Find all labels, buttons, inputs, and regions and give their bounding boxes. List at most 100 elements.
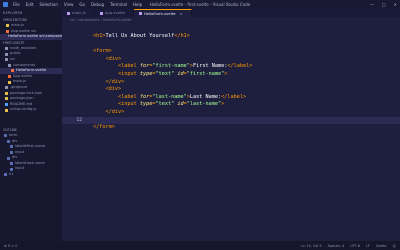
file-icon (99, 11, 103, 15)
code-editor[interactable]: <h1>Tell Us About Yourself</h1> <form> <d… (62, 33, 400, 132)
file-icon (8, 75, 11, 79)
tab-label: HelloForm.svelte (143, 10, 176, 16)
file-tree: node_modules public src components HelloForm… (0, 46, 62, 113)
tab-helloform-svelte[interactable]: HelloForm.svelte × (133, 9, 192, 18)
code-token: Tell Us About Yourself (105, 33, 175, 39)
status-item[interactable]: LF (366, 244, 370, 248)
code-token: First Name: (192, 63, 228, 70)
file-icon (6, 24, 9, 28)
code-line: 12 (62, 116, 400, 125)
code-line: <input type="text" id="last-name"> (62, 101, 400, 109)
file-icon (8, 63, 11, 67)
code-text: <label for="last-name">Last Name:</label… (93, 94, 246, 102)
file-label: HelloForm.svelte src\components (8, 34, 62, 39)
symbol-icon (7, 156, 10, 160)
menu-item[interactable]: Edit (26, 2, 34, 7)
vscode-logo-icon (3, 2, 8, 7)
code-token: </label> (221, 93, 247, 100)
file-icon (11, 69, 14, 73)
code-token: "last-name" (152, 93, 187, 100)
code-token: for (139, 93, 150, 100)
maximize-button[interactable]: □ (382, 2, 386, 7)
status-item[interactable]: ☺ (392, 244, 396, 248)
code-token: <div> (93, 86, 122, 93)
code-token: > (221, 101, 225, 108)
menu-item[interactable]: Go (79, 2, 85, 7)
file-item[interactable]: rollup.config.js (0, 107, 62, 113)
symbol-icon (10, 150, 13, 154)
code-line: <input type="text" id="first-name"> (62, 71, 400, 79)
file-icon (5, 97, 8, 101)
code-text: </div> (93, 79, 124, 87)
code-token: <div> (93, 55, 122, 62)
file-label: rollup.config.js (10, 107, 37, 112)
code-token: type (139, 70, 153, 77)
minimize-button[interactable]: — (370, 2, 374, 7)
menu-bar: File Edit Selection View Go Debug Terminal Help (13, 2, 142, 7)
code-token: </form> (93, 124, 115, 131)
window-controls: — □ ✕ (370, 0, 397, 9)
code-token: <label (93, 63, 140, 70)
symbol-icon (7, 139, 10, 143)
menu-item[interactable]: Help (133, 2, 142, 7)
file-icon (6, 29, 9, 33)
code-text: <div> (93, 56, 121, 64)
outline-item[interactable]: h1 (0, 172, 62, 178)
file-icon (5, 108, 8, 112)
code-token: "text" (155, 70, 178, 77)
status-item[interactable]: UTF-8 (350, 244, 360, 248)
code-token: </label> (227, 63, 253, 70)
code-text: <label for="first-name">First Name:</lab… (93, 63, 252, 71)
code-line: <h1>Tell Us About Yourself</h1> (62, 33, 400, 41)
symbol-icon (4, 173, 7, 177)
tab-main-js[interactable]: main.js (62, 9, 95, 17)
menu-item[interactable]: Terminal (110, 2, 127, 7)
file-icon (5, 103, 8, 107)
status-bar: ⊗ 0 ⚠ 0 Ln 12, Col 5 Spaces: 4 UTF-8 LF Svel… (0, 241, 400, 250)
code-line: </div> (62, 79, 400, 87)
menu-item[interactable]: Selection (39, 2, 57, 7)
outline-label: input (15, 166, 25, 171)
status-item[interactable]: Svelte (376, 244, 387, 248)
file-icon (5, 58, 8, 62)
status-right: Ln 12, Col 5 Spaces: 4 UTF-8 LF Svelte ☺ (301, 244, 396, 248)
menu-item[interactable]: File (13, 2, 20, 7)
file-icon (138, 12, 142, 15)
code-token: "first-name" (186, 70, 225, 77)
code-text: <form> (93, 48, 112, 56)
code-token: "first-name" (152, 63, 190, 70)
code-token: <input (93, 70, 140, 77)
code-token: "text" (155, 101, 178, 108)
menu-item[interactable]: Debug (91, 2, 104, 7)
outline-tree: form div label#first-name input div label#las… (0, 133, 62, 178)
code-token: "last-name" (186, 101, 222, 108)
code-text: <input type="text" id="last-name"> (93, 101, 224, 109)
code-line: <div> (62, 86, 400, 94)
code-token: </h1> (174, 33, 190, 39)
tab-app-svelte[interactable]: App.svelte (95, 9, 134, 17)
file-icon (67, 11, 70, 15)
code-text: <input type="text" id="first-name"> (93, 71, 227, 79)
code-token: Last Name: (189, 93, 222, 100)
status-item[interactable]: Spaces: 4 (328, 244, 344, 248)
code-token: </div> (93, 78, 125, 85)
code-text: </div> (93, 109, 124, 117)
menu-item[interactable]: View (64, 2, 74, 7)
status-item[interactable]: ⊗ 0 ⚠ 0 (4, 244, 17, 248)
code-token: <label (93, 93, 140, 100)
file-icon (8, 80, 11, 84)
code-line: <label for="first-name">First Name:</lab… (62, 63, 400, 71)
code-token: <input (93, 101, 140, 108)
file-icon (5, 47, 8, 51)
outline-label: h1 (9, 172, 14, 177)
code-token: for (139, 63, 150, 70)
close-tab-icon[interactable]: × (180, 10, 183, 18)
code-token: <form> (93, 48, 112, 55)
close-button[interactable]: ✕ (394, 2, 397, 7)
code-line: <div> (62, 56, 400, 64)
editor-area: main.js App.svelte HelloForm.svelte × src ›… (62, 9, 400, 241)
explorer-sidebar: EXPLORER OPEN EDITORS main.js App.svelte … (0, 9, 62, 241)
status-item[interactable]: Ln 12, Col 5 (301, 244, 321, 248)
breadcrumb[interactable]: src › components › HelloForm.svelte (62, 17, 400, 23)
file-item[interactable]: HelloForm.svelte src\components (0, 34, 62, 40)
